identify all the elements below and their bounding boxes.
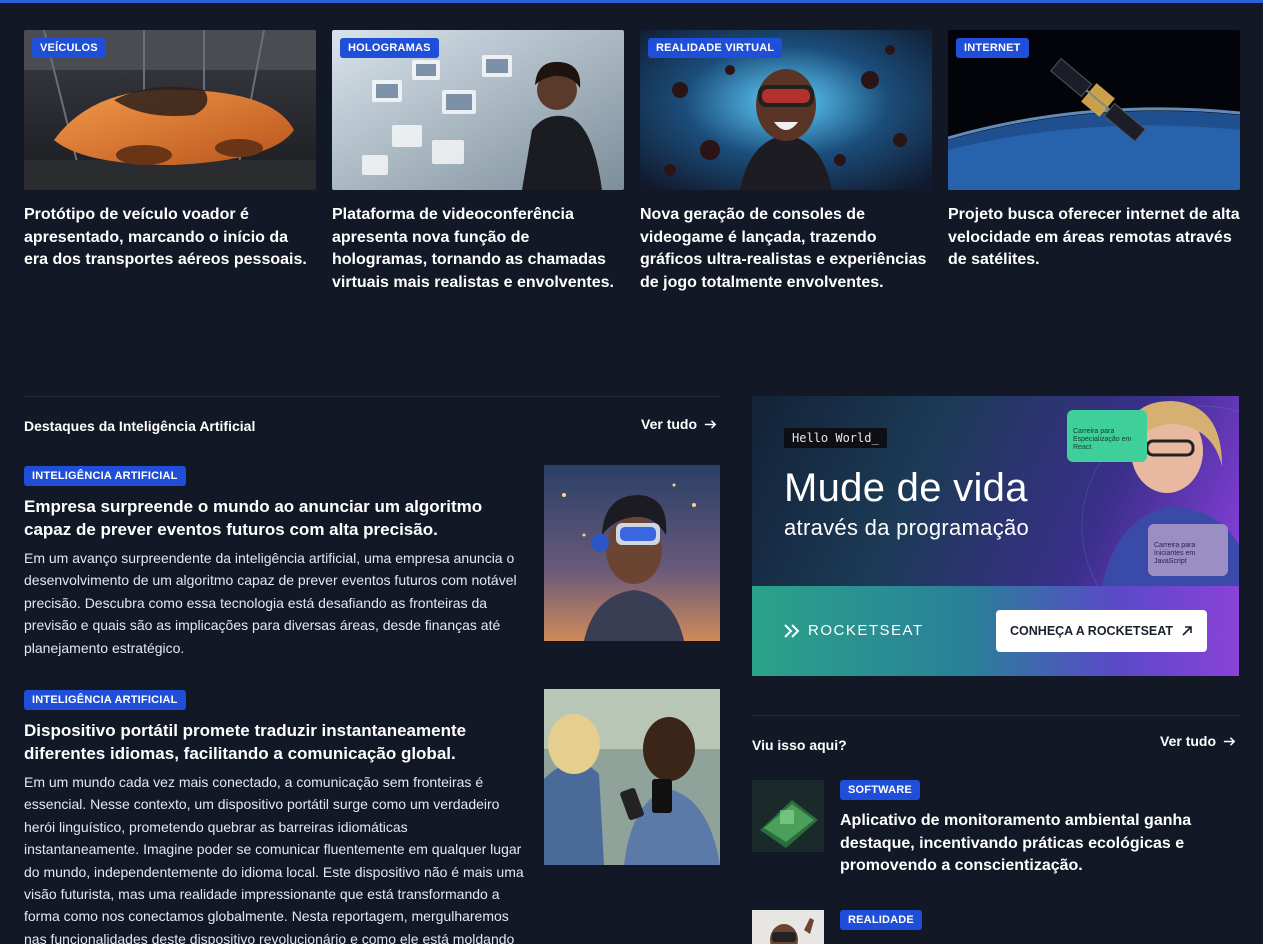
career-card-js: Carreira para Iniciantes em JavaScript — [1148, 524, 1228, 576]
card-image-vr[interactable]: Realidade Virtual — [640, 30, 932, 190]
section-title: Viu isso aqui? — [752, 737, 847, 753]
see-all-label: Ver tudo — [1160, 733, 1217, 749]
news-card[interactable]: Internet Projeto busca oferecer internet… — [948, 30, 1240, 294]
category-badge[interactable]: Inteligência Artificial — [24, 466, 186, 486]
list-item-title[interactable]: Aplicativo de monitoramento ambiental ga… — [840, 810, 1240, 878]
article-image-vr-woman[interactable] — [544, 465, 720, 641]
news-card[interactable]: Realidade Virtual Nova geração de consol… — [640, 30, 932, 294]
article-item[interactable]: Inteligência Artificial Dispositivo port… — [24, 690, 524, 944]
list-item-text: Realidade — [840, 910, 1240, 940]
translator-illustration — [544, 689, 720, 865]
card-image-holograms[interactable]: Hologramas — [332, 30, 624, 190]
article-title[interactable]: Empresa surpreende o mundo ao anunciar u… — [24, 496, 524, 541]
category-badge[interactable]: Veículos — [32, 38, 106, 58]
cta-label: CONHEÇA A ROCKETSEAT — [1010, 624, 1173, 638]
arrow-up-right-icon — [1182, 626, 1192, 636]
article-title[interactable]: Dispositivo portátil promete traduzir in… — [24, 720, 524, 765]
card-title[interactable]: Plataforma de videoconferência apresenta… — [332, 204, 624, 294]
see-all-label: Ver tudo — [641, 416, 698, 432]
rocketseat-cta-button[interactable]: CONHEÇA A ROCKETSEAT — [996, 610, 1207, 652]
career-card-react: Carreira para Especialização em React — [1067, 410, 1147, 462]
news-card[interactable]: Veículos Protótipo de veículo voador é a… — [24, 30, 316, 294]
phone-illustration — [752, 780, 824, 852]
ad-headline: Mude de vida — [784, 466, 1028, 510]
arrow-right-icon — [1223, 736, 1236, 746]
vr-woman-illustration — [544, 465, 720, 641]
category-badge[interactable]: Hologramas — [340, 38, 439, 58]
card-image-flying-car[interactable]: Veículos — [24, 30, 316, 190]
category-badge[interactable]: Internet — [956, 38, 1029, 58]
see-all-link[interactable]: Ver tudo — [1160, 733, 1237, 749]
section-divider — [24, 396, 720, 397]
thumb-realidade[interactable] — [752, 910, 824, 944]
section-divider — [752, 715, 1239, 716]
thumb-software[interactable] — [752, 780, 824, 852]
section-title: Destaques da Inteligência Artificial — [24, 418, 256, 434]
hello-world-tag: Hello World_ — [784, 428, 887, 448]
ad-subheadline: através da programação — [784, 515, 1030, 540]
rocketseat-ad-banner[interactable]: Carreira para Especialização em React Ca… — [752, 396, 1239, 676]
list-item-text: Software Aplicativo de monitoramento amb… — [840, 780, 1240, 878]
top-accent-line — [0, 0, 1263, 3]
card-title[interactable]: Nova geração de consoles de videogame é … — [640, 204, 932, 294]
article-excerpt: Em um avanço surpreendente da inteligênc… — [24, 550, 517, 656]
career-card-label: Carreira para Especialização em React — [1073, 428, 1132, 451]
article-item[interactable]: Inteligência Artificial Empresa surpreen… — [24, 466, 524, 659]
see-all-link[interactable]: Ver tudo — [641, 416, 718, 432]
article-excerpt: Em um mundo cada vez mais conectado, a c… — [24, 774, 524, 944]
category-badge[interactable]: Realidade — [840, 910, 922, 930]
career-card-label: Carreira para Iniciantes em JavaScript — [1154, 542, 1196, 565]
news-card[interactable]: Hologramas Plataforma de videoconferênci… — [332, 30, 624, 294]
card-image-satellite[interactable]: Internet — [948, 30, 1240, 190]
article-image-translator[interactable] — [544, 689, 720, 865]
featured-cards: Veículos Protótipo de veículo voador é a… — [24, 30, 1240, 294]
brand-name: ROCKETSEAT — [808, 622, 924, 639]
rocketseat-logo-icon — [784, 623, 800, 638]
card-title[interactable]: Projeto busca oferecer internet de alta … — [948, 204, 1240, 272]
vr-person-illustration — [752, 910, 824, 944]
rocketseat-logo: ROCKETSEAT — [784, 622, 924, 639]
arrow-right-icon — [704, 419, 717, 429]
category-badge[interactable]: Realidade Virtual — [648, 38, 783, 58]
card-title[interactable]: Protótipo de veículo voador é apresentad… — [24, 204, 316, 272]
category-badge[interactable]: Software — [840, 780, 920, 800]
category-badge[interactable]: Inteligência Artificial — [24, 690, 186, 710]
